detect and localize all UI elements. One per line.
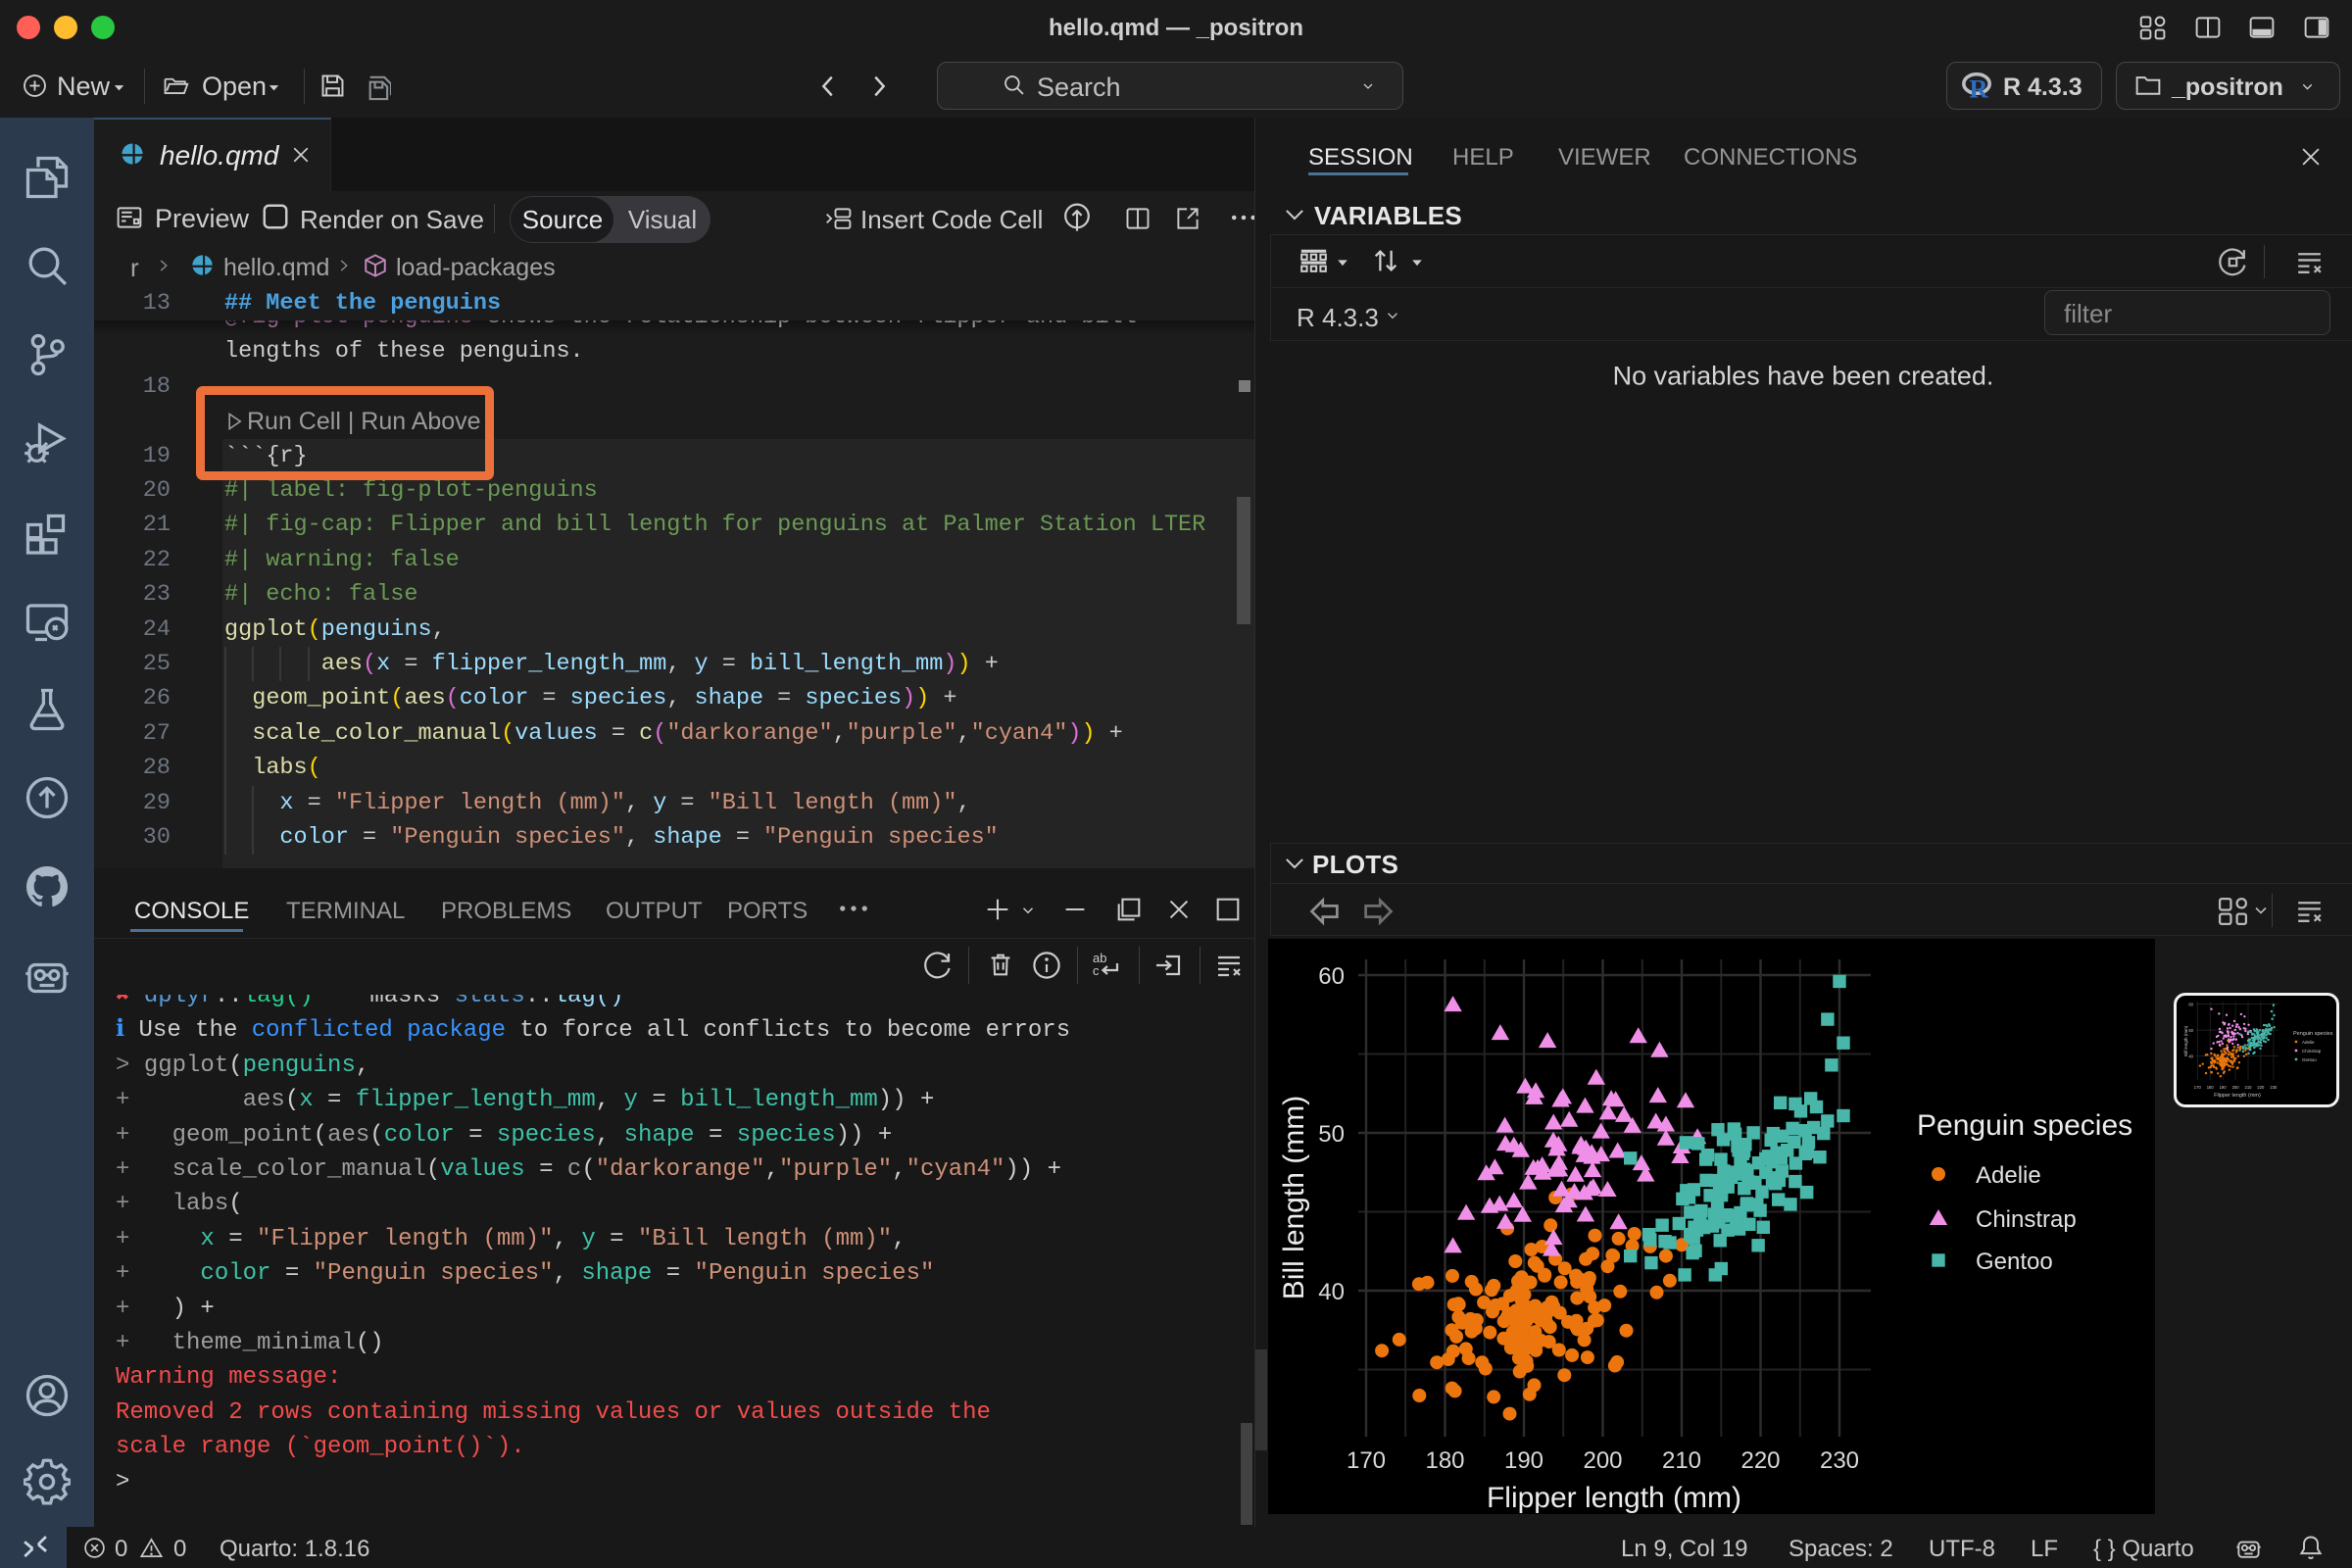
svg-text:40: 40 bbox=[1318, 1279, 1345, 1305]
svg-text:Gentoo: Gentoo bbox=[1976, 1249, 2053, 1275]
svg-text:Penguin species: Penguin species bbox=[1917, 1109, 2132, 1142]
svg-text:200: 200 bbox=[1583, 1447, 1622, 1474]
svg-text:180: 180 bbox=[1425, 1447, 1464, 1474]
svg-text:40: 40 bbox=[2188, 1054, 2193, 1058]
svg-text:230: 230 bbox=[1820, 1447, 1859, 1474]
svg-text:220: 220 bbox=[1740, 1447, 1780, 1474]
svg-text:Adelie: Adelie bbox=[1976, 1162, 2041, 1189]
svg-text:Flipper length (mm): Flipper length (mm) bbox=[2214, 1093, 2261, 1099]
svg-text:Bill length (mm): Bill length (mm) bbox=[2183, 1025, 2188, 1056]
svg-text:220: 220 bbox=[2257, 1085, 2265, 1090]
svg-text:Bill length (mm): Bill length (mm) bbox=[1278, 1096, 1310, 1299]
svg-text:50: 50 bbox=[2188, 1028, 2193, 1033]
svg-text:Penguin species: Penguin species bbox=[2293, 1031, 2333, 1037]
svg-text:50: 50 bbox=[1318, 1121, 1345, 1148]
svg-text:Chinstrap: Chinstrap bbox=[2302, 1049, 2322, 1054]
svg-text:Chinstrap: Chinstrap bbox=[1976, 1206, 2077, 1233]
svg-text:170: 170 bbox=[1347, 1447, 1386, 1474]
svg-text:R: R bbox=[1969, 74, 1988, 103]
svg-text:190: 190 bbox=[1504, 1447, 1544, 1474]
svg-text:60: 60 bbox=[1318, 963, 1345, 990]
svg-text:Gentoo: Gentoo bbox=[2302, 1057, 2317, 1062]
svg-text:230: 230 bbox=[2270, 1085, 2278, 1090]
svg-text:Flipper length (mm): Flipper length (mm) bbox=[1487, 1482, 1741, 1514]
svg-text:210: 210 bbox=[1662, 1447, 1701, 1474]
svg-text:170: 170 bbox=[2194, 1085, 2202, 1090]
svg-text:180: 180 bbox=[2207, 1085, 2215, 1090]
svg-text:210: 210 bbox=[2245, 1085, 2253, 1090]
svg-text:c: c bbox=[1093, 963, 1100, 978]
svg-text:Adelie: Adelie bbox=[2302, 1040, 2315, 1045]
svg-text:60: 60 bbox=[2188, 1002, 2193, 1006]
svg-text:190: 190 bbox=[2220, 1085, 2228, 1090]
svg-text:200: 200 bbox=[2232, 1085, 2240, 1090]
